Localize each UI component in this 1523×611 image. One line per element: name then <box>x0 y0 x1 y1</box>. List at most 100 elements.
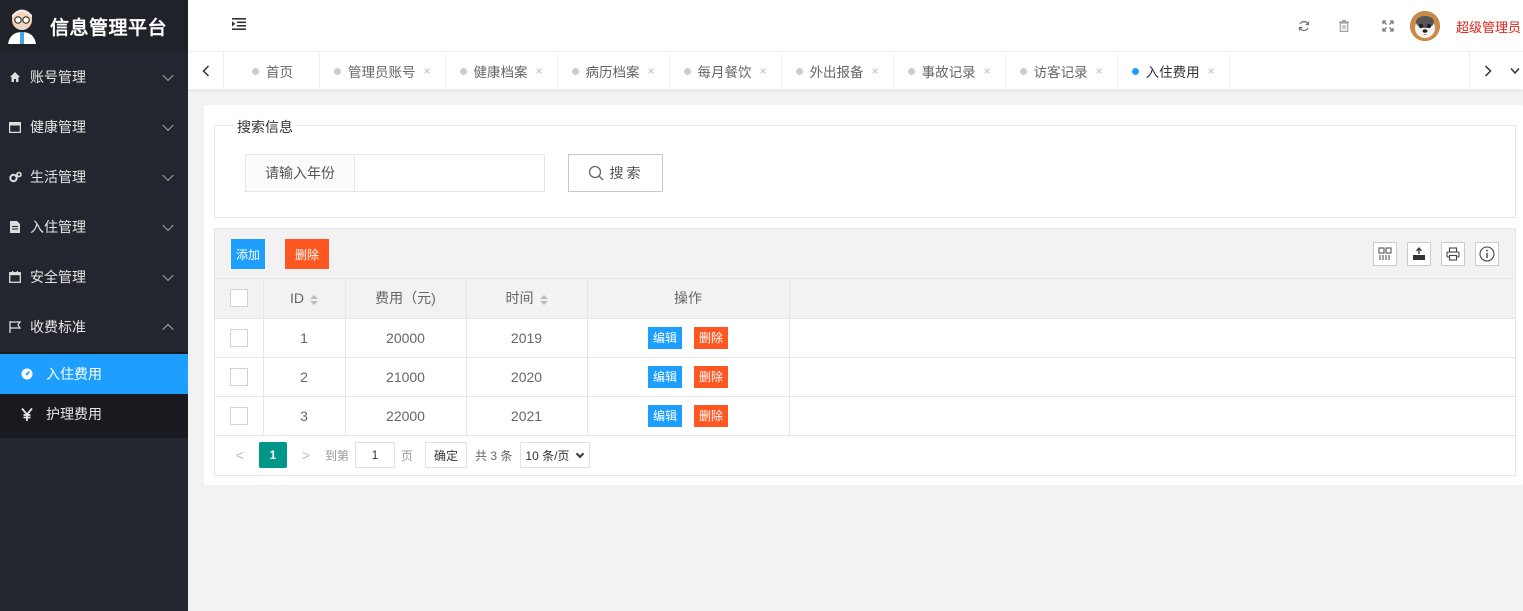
sidebar-item-label: 账号管理 <box>30 69 86 85</box>
columns-filter-icon[interactable] <box>1373 242 1397 266</box>
tab-scroll-left[interactable] <box>188 52 224 90</box>
search-button[interactable]: 搜索 <box>568 154 663 192</box>
close-icon[interactable]: × <box>760 64 767 78</box>
info-icon[interactable] <box>1475 242 1499 266</box>
user-avatar[interactable] <box>1409 11 1440 41</box>
sidebar-item-health[interactable]: 健康管理 <box>0 102 188 152</box>
sort-icon[interactable] <box>310 294 318 305</box>
cell-actions: 编辑 删除 <box>587 396 790 436</box>
sidebar-toggle-icon[interactable] <box>232 18 246 30</box>
chevron-down-icon <box>162 269 174 282</box>
edit-button[interactable]: 编辑 <box>648 365 682 388</box>
sidebar-item-fees[interactable]: 收费标准 <box>0 302 188 352</box>
refresh-icon[interactable] <box>1296 18 1312 34</box>
tab-incident-record[interactable]: 事故记录 × <box>894 52 1006 90</box>
tab-label: 健康档案 <box>473 65 528 80</box>
cell-year: 2019 <box>466 318 588 358</box>
sidebar-item-account[interactable]: 账号管理 <box>0 52 188 102</box>
page-size-value: 10 条/页 <box>525 448 570 463</box>
delete-button[interactable]: 删除 <box>694 326 728 349</box>
sidebar-item-checkin[interactable]: 入住管理 <box>0 202 188 252</box>
tab-dot-icon <box>683 67 691 75</box>
sidebar-subitem-care-fee[interactable]: 护理费用 <box>0 394 188 434</box>
close-icon[interactable]: × <box>648 64 655 78</box>
close-icon[interactable]: × <box>424 64 431 78</box>
cell-filler <box>789 318 1515 358</box>
sidebar-item-safety[interactable]: 安全管理 <box>0 252 188 302</box>
sort-icon[interactable] <box>539 294 548 305</box>
row-select-cell <box>215 396 264 436</box>
sidebar-item-life[interactable]: 生活管理 <box>0 152 188 202</box>
close-icon[interactable]: × <box>1096 64 1103 78</box>
sidebar-subitem-label: 入住费用 <box>46 366 102 382</box>
goto-suffix: 页 <box>401 448 414 463</box>
close-icon[interactable]: × <box>536 64 543 78</box>
select-all-cell <box>215 279 264 319</box>
delete-button[interactable]: 删除 <box>694 365 728 388</box>
goto-page-input[interactable] <box>355 442 396 468</box>
add-button[interactable]: 添加 <box>231 239 265 269</box>
chevron-up-icon <box>162 323 174 336</box>
chevron-right-icon <box>1484 65 1492 77</box>
export-icon[interactable] <box>1407 242 1431 266</box>
close-icon[interactable]: × <box>1208 64 1215 78</box>
tab-visitor-record[interactable]: 访客记录 × <box>1006 52 1118 90</box>
sidebar-item-label: 入住管理 <box>30 219 86 235</box>
chevron-down-icon <box>162 119 174 132</box>
prev-page-icon[interactable]: < <box>233 447 247 463</box>
tab-health-record[interactable]: 健康档案 × <box>446 52 558 90</box>
batch-delete-button[interactable]: 删除 <box>285 239 329 269</box>
chevron-down-icon[interactable] <box>1510 67 1520 75</box>
page-size-select[interactable]: 10 条/页 <box>520 442 591 468</box>
sidebar-subitem-checkin-fee[interactable]: 入住费用 <box>0 354 188 394</box>
print-icon[interactable] <box>1441 242 1465 266</box>
tab-strip: 首页 管理员账号 × 健康档案 × 病历档案 × 每月餐饮 × 外出报备 × 事… <box>224 52 1230 90</box>
tab-dot-icon <box>1131 67 1139 75</box>
tab-checkin-fee[interactable]: 入住费用 × <box>1118 52 1230 90</box>
column-filler <box>789 279 1515 319</box>
next-page-icon[interactable]: > <box>299 447 313 463</box>
tab-label: 入住费用 <box>1145 65 1200 80</box>
tab-home[interactable]: 首页 <box>224 52 320 90</box>
tab-scroll-right[interactable] <box>1469 52 1523 90</box>
tab-medical-record[interactable]: 病历档案 × <box>558 52 670 90</box>
chevron-down-icon <box>162 169 174 182</box>
pagination: < 1 > 到第 页 确定 共 3 条 10 条/页 <box>215 435 1515 475</box>
sidebar-item-label: 健康管理 <box>30 119 86 135</box>
column-header-label: 操作 <box>674 290 702 307</box>
tab-bar: 首页 管理员账号 × 健康档案 × 病历档案 × 每月餐饮 × 外出报备 × 事… <box>188 52 1523 90</box>
row-checkbox[interactable] <box>229 367 248 386</box>
goto-confirm-button[interactable]: 确定 <box>425 442 468 468</box>
table-row: 2 21000 2020 编辑 删除 <box>215 357 1515 397</box>
tab-dot-icon <box>252 67 259 75</box>
tab-dot-icon <box>459 67 467 75</box>
column-header-id[interactable]: ID <box>263 279 346 319</box>
row-checkbox[interactable] <box>229 328 248 347</box>
cell-id: 3 <box>263 396 346 436</box>
cell-id: 2 <box>263 357 346 397</box>
file-icon <box>8 220 22 234</box>
delete-button[interactable]: 删除 <box>694 404 728 427</box>
search-year-input[interactable] <box>354 154 545 192</box>
select-all-checkbox[interactable] <box>229 289 248 308</box>
tab-admin-account[interactable]: 管理员账号 × <box>320 52 446 90</box>
edit-button[interactable]: 编辑 <box>648 404 682 427</box>
cell-actions: 编辑 删除 <box>587 357 790 397</box>
column-header-year[interactable]: 时间 <box>466 279 588 319</box>
current-page[interactable]: 1 <box>259 442 287 468</box>
search-fieldset: 搜索信息 请输入年份 搜索 <box>214 117 1516 218</box>
cell-fee: 21000 <box>345 357 467 397</box>
tab-label: 管理员账号 <box>348 65 416 80</box>
close-icon[interactable]: × <box>984 64 991 78</box>
row-checkbox[interactable] <box>229 406 248 425</box>
tab-dot-icon <box>1019 67 1027 75</box>
user-name[interactable]: 超级管理员 <box>1456 17 1521 36</box>
calendar-icon <box>8 270 22 284</box>
fullscreen-icon[interactable] <box>1380 18 1396 34</box>
tab-monthly-meals[interactable]: 每月餐饮 × <box>670 52 782 90</box>
edit-button[interactable]: 编辑 <box>648 326 682 349</box>
tab-outing-report[interactable]: 外出报备 × <box>782 52 894 90</box>
trash-icon[interactable] <box>1336 18 1352 34</box>
sidebar-item-label: 安全管理 <box>30 269 86 285</box>
close-icon[interactable]: × <box>872 64 879 78</box>
